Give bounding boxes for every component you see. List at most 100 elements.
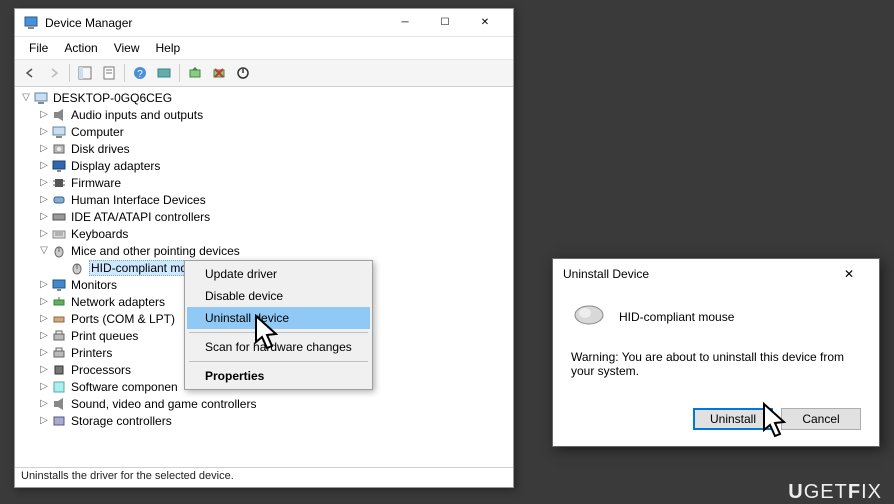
tree-item[interactable]: ▷ Display adapters <box>15 157 513 174</box>
menu-action[interactable]: Action <box>56 39 105 57</box>
expander-icon[interactable]: ▷ <box>37 228 51 239</box>
expander-icon[interactable]: ▷ <box>37 211 51 222</box>
expander-icon[interactable]: ▷ <box>37 279 51 290</box>
expander-icon[interactable]: ▷ <box>37 109 51 120</box>
back-button[interactable] <box>19 62 41 84</box>
menu-separator <box>189 332 368 333</box>
dialog-device-row: HID-compliant mouse <box>571 301 861 332</box>
disable-button[interactable] <box>232 62 254 84</box>
hid-icon <box>51 193 67 207</box>
menu-help[interactable]: Help <box>148 39 189 57</box>
expander-icon[interactable]: ▷ <box>37 381 51 392</box>
expander-icon[interactable]: ▽ <box>37 245 51 256</box>
network-icon <box>51 295 67 309</box>
titlebar[interactable]: Device Manager ─ ☐ ✕ <box>15 9 513 37</box>
expander-icon[interactable]: ▽ <box>19 92 33 103</box>
menu-file[interactable]: File <box>21 39 56 57</box>
printer-icon <box>51 329 67 343</box>
device-manager-window: Device Manager ─ ☐ ✕ File Action View He… <box>14 8 514 488</box>
tree-item[interactable]: ▷ Firmware <box>15 174 513 191</box>
uninstall-confirm-button[interactable]: Uninstall <box>693 408 773 430</box>
expander-icon[interactable]: ▷ <box>37 313 51 324</box>
app-icon <box>23 15 39 31</box>
tree-item-label: Network adapters <box>71 295 165 309</box>
chip-icon <box>51 176 67 190</box>
dialog-titlebar[interactable]: Uninstall Device ✕ <box>553 259 879 289</box>
expander-icon[interactable]: ▷ <box>37 143 51 154</box>
expander-icon[interactable]: ▷ <box>37 194 51 205</box>
uninstall-button[interactable] <box>208 62 230 84</box>
dialog-warning-text: Warning: You are about to uninstall this… <box>571 350 861 378</box>
tree-root[interactable]: ▽ DESKTOP-0GQ6CEG <box>15 89 513 106</box>
tree-item-label: Keyboards <box>71 227 128 241</box>
tree-item[interactable]: ▽Mice and other pointing devices <box>15 242 513 259</box>
cancel-button[interactable]: Cancel <box>781 408 861 430</box>
disk-icon <box>51 142 67 156</box>
statusbar: Uninstalls the driver for the selected d… <box>15 467 513 487</box>
tree-item[interactable]: ▷ Storage controllers <box>15 412 513 429</box>
menu-disable-device[interactable]: Disable device <box>187 285 370 307</box>
menu-update-driver[interactable]: Update driver <box>187 263 370 285</box>
tree-item-label: Printers <box>71 346 112 360</box>
tree-item[interactable]: ▷Computer <box>15 123 513 140</box>
computer-icon <box>51 125 67 139</box>
toolbar: ? <box>15 60 513 87</box>
context-menu: Update driver Disable device Uninstall d… <box>184 260 373 390</box>
forward-button[interactable] <box>43 62 65 84</box>
help-button[interactable]: ? <box>129 62 151 84</box>
mouse-icon <box>69 261 85 275</box>
tree-item-label: Software componen <box>71 380 178 394</box>
tree-item-label: IDE ATA/ATAPI controllers <box>71 210 210 224</box>
storage-icon <box>51 414 67 428</box>
dialog-close-button[interactable]: ✕ <box>829 260 869 288</box>
tree-item[interactable]: ▷ IDE ATA/ATAPI controllers <box>15 208 513 225</box>
tree-item[interactable]: ▷ Disk drives <box>15 140 513 157</box>
update-driver-button[interactable] <box>184 62 206 84</box>
uninstall-dialog: Uninstall Device ✕ HID-compliant mouse W… <box>552 258 880 447</box>
sw-icon <box>51 380 67 394</box>
mouse-icon <box>571 301 607 332</box>
tree-item-label: Monitors <box>71 278 117 292</box>
scan-button[interactable] <box>153 62 175 84</box>
expander-icon[interactable]: ▷ <box>37 296 51 307</box>
menu-properties[interactable]: Properties <box>187 365 370 387</box>
expander-icon[interactable]: ▷ <box>37 398 51 409</box>
show-hide-tree-button[interactable] <box>74 62 96 84</box>
tree-item-label: Display adapters <box>71 159 160 173</box>
menubar: File Action View Help <box>15 37 513 60</box>
expander-icon[interactable]: ▷ <box>37 415 51 426</box>
watermark: UGETFIX <box>788 481 882 504</box>
dialog-title: Uninstall Device <box>563 267 829 281</box>
minimize-button[interactable]: ─ <box>385 10 425 36</box>
keyboard-icon <box>51 227 67 241</box>
menu-separator <box>189 361 368 362</box>
tree-item[interactable]: ▷Human Interface Devices <box>15 191 513 208</box>
window-title: Device Manager <box>45 16 385 30</box>
expander-icon[interactable]: ▷ <box>37 330 51 341</box>
tree-item[interactable]: ▷ Audio inputs and outputs <box>15 106 513 123</box>
status-text: Uninstalls the driver for the selected d… <box>21 470 234 482</box>
computer-icon <box>33 91 49 105</box>
expander-icon[interactable]: ▷ <box>37 347 51 358</box>
dialog-device-name: HID-compliant mouse <box>619 310 734 324</box>
expander-icon[interactable]: ▷ <box>37 160 51 171</box>
menu-uninstall-device[interactable]: Uninstall device <box>187 307 370 329</box>
menu-view[interactable]: View <box>106 39 148 57</box>
tree-item[interactable]: ▷Sound, video and game controllers <box>15 395 513 412</box>
tree-item-label: Firmware <box>71 176 121 190</box>
tree-item-label: Audio inputs and outputs <box>71 108 203 122</box>
tree-item-label: Storage controllers <box>71 414 172 428</box>
sound-icon <box>51 397 67 411</box>
tree-item[interactable]: ▷ Keyboards <box>15 225 513 242</box>
close-button[interactable]: ✕ <box>465 10 505 36</box>
tree-item-label: Disk drives <box>71 142 130 156</box>
tree-item-label: Ports (COM & LPT) <box>71 312 175 326</box>
svg-text:?: ? <box>137 69 143 80</box>
maximize-button[interactable]: ☐ <box>425 10 465 36</box>
printer-icon <box>51 346 67 360</box>
expander-icon[interactable]: ▷ <box>37 364 51 375</box>
menu-scan-hardware[interactable]: Scan for hardware changes <box>187 336 370 358</box>
properties-button[interactable] <box>98 62 120 84</box>
expander-icon[interactable]: ▷ <box>37 177 51 188</box>
expander-icon[interactable]: ▷ <box>37 126 51 137</box>
